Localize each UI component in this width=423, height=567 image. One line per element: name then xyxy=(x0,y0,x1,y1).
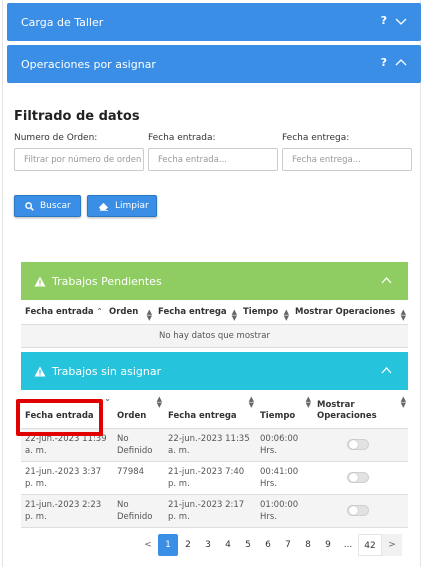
pendientes-header[interactable]: Trabajos Pendientes xyxy=(21,262,408,300)
limpiar-label: Limpiar xyxy=(115,201,149,211)
last-page-button[interactable]: 42 xyxy=(358,534,382,556)
cell-orden: No Definido xyxy=(113,428,164,462)
cell-mostrar xyxy=(313,428,408,462)
fecha-entrada-input[interactable] xyxy=(148,148,278,171)
eraser-icon xyxy=(99,202,108,211)
cell-fecha-entrada: 21-jun.-2023 3:37 p. m. xyxy=(21,461,113,495)
panel-title: Operaciones por asignar xyxy=(21,57,156,71)
pagination: < 1 2 3 4 5 6 7 8 9 ... 42 > xyxy=(138,534,402,556)
help-icon[interactable]: ? xyxy=(381,56,387,69)
col-orden[interactable]: Orden ▲ ▼ xyxy=(113,392,164,429)
col-fecha-entrega[interactable]: Fecha entrega ▲ ▼ xyxy=(164,392,256,429)
pendientes-table: Fecha entrada ⌃ Orden ▲ ▼ Fecha entrega ▲ ▼ T… xyxy=(21,301,408,348)
col-tiempo[interactable]: Tiempo ▲ ▼ xyxy=(256,392,313,429)
cell-fecha-entrega: 21-jun.-2023 7:40 p. m. xyxy=(164,461,256,495)
sin-asignar-title: Trabajos sin asignar xyxy=(52,364,162,378)
sin-asignar-header[interactable]: Trabajos sin asignar xyxy=(21,352,408,390)
fecha-entrega-input[interactable] xyxy=(282,148,412,171)
chevron-up-icon[interactable] xyxy=(395,57,407,69)
prev-page-button[interactable]: < xyxy=(138,534,158,556)
help-icon[interactable]: ? xyxy=(381,14,387,27)
cell-tiempo: 00:41:00 Hrs. xyxy=(256,461,313,495)
orden-label: Numero de Orden: xyxy=(14,133,98,143)
entrega-label: Fecha entrega: xyxy=(282,133,350,143)
panel-carga-taller-header[interactable]: Carga de Taller ? xyxy=(7,3,421,41)
chevron-up-icon[interactable] xyxy=(381,276,392,284)
page-button[interactable]: 7 xyxy=(278,534,298,556)
table-row[interactable]: 22-jun.-2023 11:39 a. m. No Definido 22-… xyxy=(21,428,408,462)
next-page-button[interactable]: > xyxy=(382,534,402,556)
cell-tiempo: 00:06:00 Hrs. xyxy=(256,428,313,462)
col-mostrar-operaciones[interactable]: Mostrar Operaciones ▲ ▼ xyxy=(313,392,408,429)
limpiar-button[interactable]: Limpiar xyxy=(87,195,157,217)
page-button[interactable]: 5 xyxy=(238,534,258,556)
entrada-label: Fecha entrada: xyxy=(148,133,216,143)
panel-title: Carga de Taller xyxy=(21,15,104,29)
buscar-button[interactable]: Buscar xyxy=(14,195,81,217)
page-button[interactable]: 6 xyxy=(258,534,278,556)
page-button[interactable]: 4 xyxy=(218,534,238,556)
cell-fecha-entrega: 21-jun.-2023 2:17 p. m. xyxy=(164,494,256,528)
empty-message: No hay datos que mostrar xyxy=(21,324,408,348)
cell-orden: No Definido xyxy=(113,494,164,528)
col-fecha-entrega[interactable]: Fecha entrega ▲ ▼ xyxy=(154,301,239,325)
cell-orden: 77984 xyxy=(113,461,164,495)
panel-operaciones-header[interactable]: Operaciones por asignar ? xyxy=(7,45,421,83)
col-fecha-entrada[interactable]: Fecha entrada ⌄ xyxy=(21,392,113,429)
cell-fecha-entrega: 22-jun.-2023 11:35 a. m. xyxy=(164,428,256,462)
orden-input[interactable] xyxy=(14,148,144,171)
cell-tiempo: 01:00:00 Hrs. xyxy=(256,494,313,528)
page-button[interactable]: 1 xyxy=(158,534,178,556)
cell-fecha-entrada: 22-jun.-2023 11:39 a. m. xyxy=(21,428,113,462)
mostrar-operaciones-toggle[interactable] xyxy=(347,471,369,483)
mostrar-operaciones-toggle[interactable] xyxy=(347,504,369,516)
page-button[interactable]: 2 xyxy=(178,534,198,556)
table-row[interactable]: 21-jun.-2023 2:23 p. m. No Definido 21-j… xyxy=(21,494,408,528)
cell-fecha-entrada: 21-jun.-2023 2:23 p. m. xyxy=(21,494,113,528)
col-orden[interactable]: Orden ▲ ▼ xyxy=(105,301,154,325)
mostrar-operaciones-toggle[interactable] xyxy=(347,438,369,450)
warning-icon xyxy=(34,366,46,376)
filter-title: Filtrado de datos xyxy=(14,109,140,124)
warning-icon xyxy=(34,276,46,286)
page-button[interactable]: 9 xyxy=(318,534,338,556)
pendientes-title: Trabajos Pendientes xyxy=(52,274,162,288)
col-tiempo[interactable]: Tiempo ▲ ▼ xyxy=(239,301,291,325)
cell-mostrar xyxy=(313,494,408,528)
table-row[interactable]: 21-jun.-2023 3:37 p. m. 77984 21-jun.-20… xyxy=(21,461,408,495)
buscar-label: Buscar xyxy=(40,201,71,211)
page-button[interactable]: 8 xyxy=(298,534,318,556)
col-mostrar-operaciones[interactable]: Mostrar Operaciones ▲ ▼ xyxy=(291,301,408,325)
page-button[interactable]: 3 xyxy=(198,534,218,556)
col-fecha-entrada[interactable]: Fecha entrada ⌃ xyxy=(21,301,105,325)
search-icon xyxy=(25,201,34,211)
pagination-ellipsis: ... xyxy=(343,540,353,550)
sin-asignar-table: Fecha entrada ⌄ Orden ▲ ▼ Fecha entrega ▲ ▼ T… xyxy=(21,392,408,528)
chevron-up-icon[interactable] xyxy=(381,366,392,374)
cell-mostrar xyxy=(313,461,408,495)
chevron-down-icon[interactable] xyxy=(395,15,407,27)
app-frame: Carga de Taller ? Operaciones por asigna… xyxy=(2,0,421,567)
